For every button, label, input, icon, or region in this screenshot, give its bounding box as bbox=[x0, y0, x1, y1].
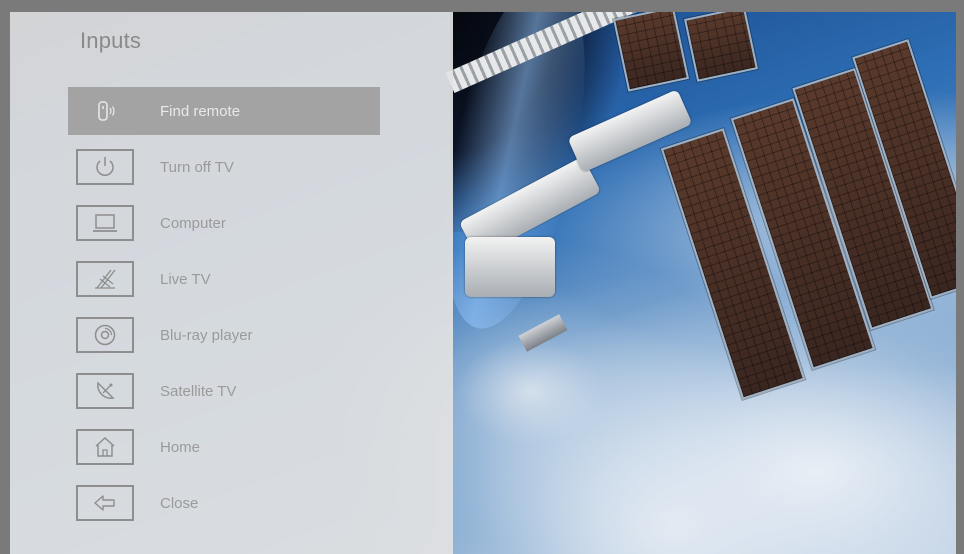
menu-item-blu-ray-player[interactable]: Blu-ray player bbox=[68, 311, 380, 359]
power-icon bbox=[76, 149, 134, 185]
inputs-menu: Inputs Find remote Turn off TV Computer … bbox=[10, 12, 453, 554]
menu-item-turn-off-tv[interactable]: Turn off TV bbox=[68, 143, 380, 191]
menu-item-close[interactable]: Close bbox=[68, 479, 380, 527]
docked-spacecraft bbox=[518, 314, 568, 352]
satellite-dish-icon bbox=[76, 373, 134, 409]
menu-title: Inputs bbox=[80, 28, 142, 53]
menu-item-label: Satellite TV bbox=[160, 382, 237, 400]
menu-item-label: Home bbox=[160, 438, 201, 456]
station-module bbox=[465, 237, 555, 297]
menu-item-label: Close bbox=[160, 494, 199, 512]
menu-item-label: Live TV bbox=[160, 270, 211, 288]
menu-item-label: Find remote bbox=[160, 102, 241, 120]
menu-item-computer[interactable]: Computer bbox=[68, 199, 380, 247]
antenna-icon bbox=[76, 261, 134, 297]
find-remote-icon bbox=[76, 93, 134, 129]
tv-screen: Inputs Find remote Turn off TV Computer … bbox=[10, 12, 956, 554]
solar-panel bbox=[612, 12, 690, 92]
menu-item-label: Turn off TV bbox=[160, 158, 234, 176]
laptop-icon bbox=[76, 205, 134, 241]
menu-item-live-tv[interactable]: Live TV bbox=[68, 255, 380, 303]
menu-item-label: Blu-ray player bbox=[160, 326, 253, 344]
solar-panel bbox=[684, 12, 758, 82]
menu-item-find-remote[interactable]: Find remote bbox=[68, 87, 380, 135]
menu-item-satellite-tv[interactable]: Satellite TV bbox=[68, 367, 380, 415]
back-arrow-icon bbox=[76, 485, 134, 521]
menu-item-home[interactable]: Home bbox=[68, 423, 380, 471]
disc-icon bbox=[76, 317, 134, 353]
home-icon bbox=[76, 429, 134, 465]
menu-item-label: Computer bbox=[160, 214, 226, 232]
